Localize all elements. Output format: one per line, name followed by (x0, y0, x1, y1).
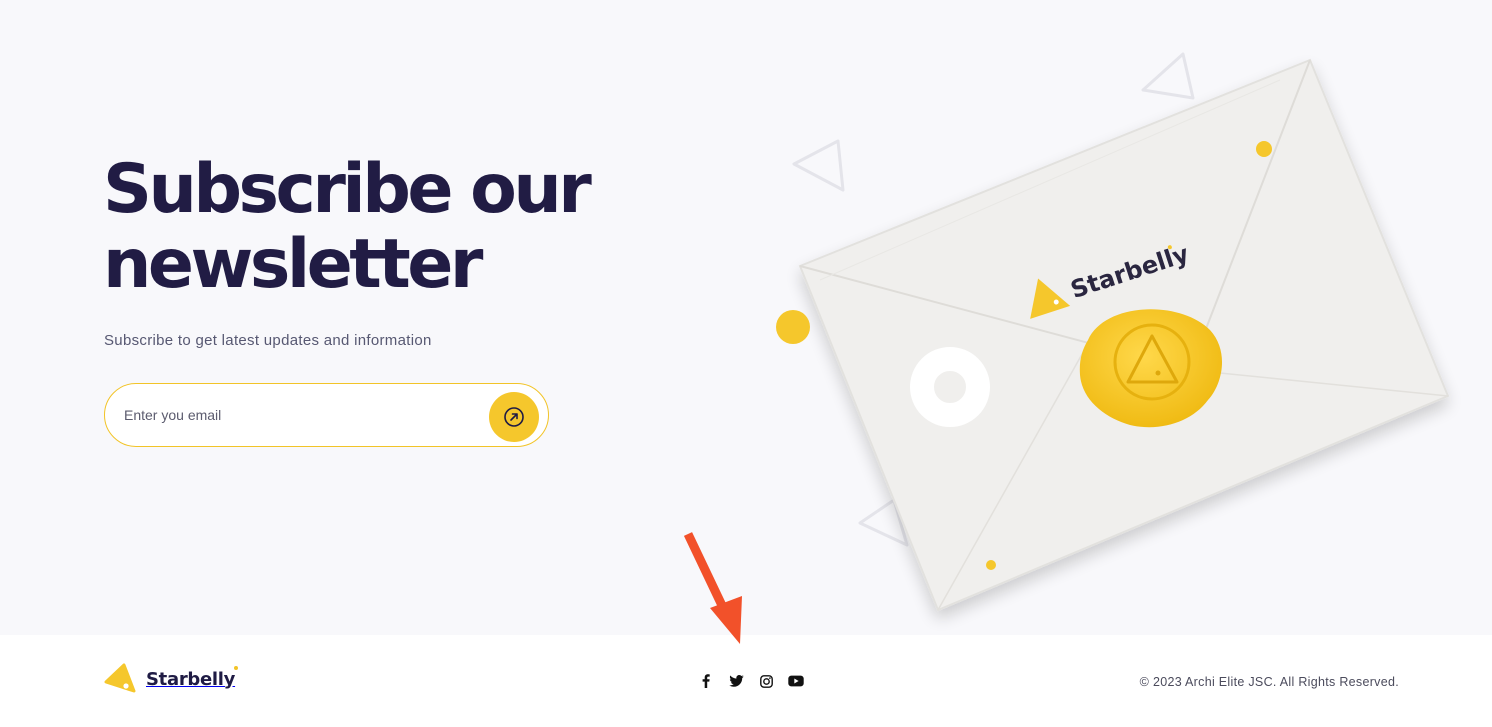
twitter-link[interactable] (728, 671, 744, 691)
decor-dot-large (776, 310, 810, 344)
youtube-icon (788, 675, 804, 687)
facebook-icon (702, 674, 710, 688)
newsletter-subtitle: Subscribe to get latest updates and info… (104, 332, 432, 349)
arrow-up-right-circle-icon (504, 407, 524, 427)
envelope-illustration: Starbelly (776, 52, 1450, 612)
facebook-link[interactable] (698, 671, 714, 691)
annotation-arrow (683, 532, 742, 644)
footer-brand-name: Starbelly (146, 665, 239, 690)
email-input[interactable] (124, 404, 464, 426)
newsletter-form (104, 383, 549, 447)
decor-dot-2 (986, 560, 996, 570)
social-links (698, 671, 804, 691)
newsletter-headline: Subscribe our newsletter (103, 150, 592, 304)
instagram-icon (759, 674, 773, 688)
decor-triangle-1 (1141, 52, 1195, 100)
decor-dot-1 (1256, 141, 1272, 157)
decor-triangle-2 (792, 139, 845, 192)
footer-brand[interactable]: Starbelly (103, 662, 239, 696)
subscribe-button[interactable] (489, 392, 539, 442)
twitter-icon (728, 675, 744, 687)
youtube-link[interactable] (788, 671, 804, 691)
starbelly-logo-icon (104, 663, 136, 693)
copyright-text: © 2023 Archi Elite JSC. All Rights Reser… (1139, 675, 1399, 689)
instagram-link[interactable] (758, 671, 774, 691)
